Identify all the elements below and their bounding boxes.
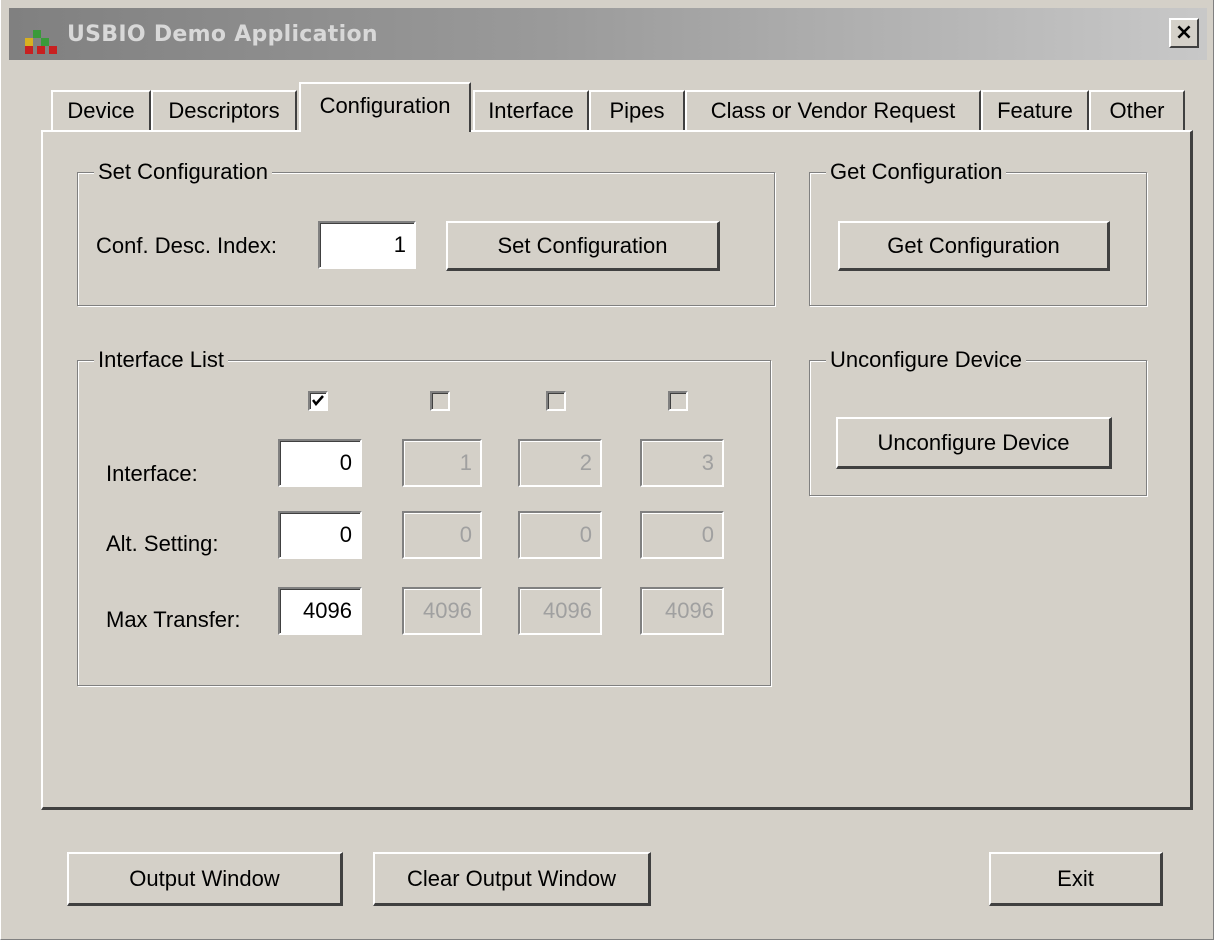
app-window: USBIO Demo Application × Device Descript… bbox=[0, 0, 1214, 940]
usbio-app-icon bbox=[25, 30, 57, 54]
field-value: 4096 bbox=[303, 598, 352, 623]
field-value: 4096 bbox=[543, 598, 592, 623]
max-transfer-field-0[interactable]: 4096 bbox=[278, 587, 362, 635]
interface-field-0[interactable]: 0 bbox=[278, 439, 362, 487]
group-label: Get Configuration bbox=[826, 159, 1007, 185]
button-label: Clear Output Window bbox=[406, 865, 617, 891]
interface-checkbox-0[interactable] bbox=[308, 391, 328, 411]
button-label: Output Window bbox=[129, 865, 280, 891]
field-value: 4096 bbox=[423, 598, 472, 623]
group-label: Set Configuration bbox=[94, 159, 272, 185]
window-title: USBIO Demo Application bbox=[67, 22, 378, 47]
interface-checkbox-1[interactable] bbox=[430, 391, 450, 411]
checkmark-icon bbox=[312, 395, 324, 406]
max-transfer-field-2[interactable]: 4096 bbox=[518, 587, 602, 635]
clear-output-window-button[interactable]: Clear Output Window bbox=[373, 852, 651, 906]
close-button[interactable]: × bbox=[1169, 18, 1199, 48]
field-value: 4096 bbox=[665, 598, 714, 623]
set-configuration-button[interactable]: Set Configuration bbox=[446, 221, 720, 271]
conf-desc-index-value: 1 bbox=[393, 232, 406, 257]
close-icon: × bbox=[1174, 20, 1194, 45]
tab-other[interactable]: Other bbox=[1089, 90, 1185, 130]
group-label: Interface List bbox=[94, 347, 228, 373]
tab-label: Configuration bbox=[319, 93, 451, 118]
tab-configuration[interactable]: Configuration bbox=[299, 82, 471, 132]
tab-label: Pipes bbox=[609, 98, 665, 123]
tab-device[interactable]: Device bbox=[51, 90, 151, 130]
tab-pipes[interactable]: Pipes bbox=[589, 90, 685, 130]
title-bar[interactable]: USBIO Demo Application × bbox=[9, 8, 1207, 60]
unconfigure-device-group: Unconfigure Device Unconfigure Device bbox=[809, 347, 1147, 496]
max-transfer-field-3[interactable]: 4096 bbox=[640, 587, 724, 635]
output-window-button[interactable]: Output Window bbox=[67, 852, 343, 906]
conf-desc-index-label: Conf. Desc. Index: bbox=[96, 233, 277, 258]
field-value: 0 bbox=[339, 450, 352, 475]
interface-field-2[interactable]: 2 bbox=[518, 439, 602, 487]
tab-label: Device bbox=[67, 98, 135, 123]
button-label: Set Configuration bbox=[497, 232, 668, 258]
tab-label: Class or Vendor Request bbox=[710, 98, 956, 123]
alt-setting-field-0[interactable]: 0 bbox=[278, 511, 362, 559]
tab-descriptors[interactable]: Descriptors bbox=[151, 90, 297, 130]
group-label: Unconfigure Device bbox=[826, 347, 1026, 373]
configuration-tab-panel: Set Configuration Conf. Desc. Index: 1 S… bbox=[41, 130, 1193, 810]
tab-class-or-vendor-request[interactable]: Class or Vendor Request bbox=[685, 90, 981, 130]
field-value: 0 bbox=[701, 522, 714, 547]
tab-feature[interactable]: Feature bbox=[981, 90, 1089, 130]
conf-desc-index-input[interactable]: 1 bbox=[318, 221, 416, 269]
button-label: Exit bbox=[1057, 865, 1094, 891]
interface-field-3[interactable]: 3 bbox=[640, 439, 724, 487]
interface-field-1[interactable]: 1 bbox=[402, 439, 482, 487]
get-configuration-button[interactable]: Get Configuration bbox=[838, 221, 1110, 271]
exit-button[interactable]: Exit bbox=[989, 852, 1163, 906]
field-value: 0 bbox=[459, 522, 472, 547]
tab-label: Interface bbox=[488, 98, 574, 123]
alt-setting-field-2[interactable]: 0 bbox=[518, 511, 602, 559]
interface-list-group: Interface List Interface: 0 1 2 3 Alt. S… bbox=[77, 347, 771, 686]
tab-label: Feature bbox=[997, 98, 1073, 123]
interface-checkbox-3[interactable] bbox=[668, 391, 688, 411]
field-value: 2 bbox=[579, 450, 592, 475]
max-transfer-row-label: Max Transfer: bbox=[106, 607, 241, 632]
field-value: 3 bbox=[701, 450, 714, 475]
interface-row-label: Interface: bbox=[106, 461, 198, 486]
field-value: 0 bbox=[579, 522, 592, 547]
button-label: Unconfigure Device bbox=[877, 429, 1070, 455]
interface-checkbox-2[interactable] bbox=[546, 391, 566, 411]
get-configuration-group: Get Configuration Get Configuration bbox=[809, 159, 1147, 306]
alt-setting-field-1[interactable]: 0 bbox=[402, 511, 482, 559]
tab-label: Descriptors bbox=[168, 98, 280, 123]
tab-interface[interactable]: Interface bbox=[473, 90, 589, 130]
button-label: Get Configuration bbox=[887, 232, 1060, 258]
tab-label: Other bbox=[1109, 98, 1165, 123]
alt-setting-row-label: Alt. Setting: bbox=[106, 531, 219, 556]
max-transfer-field-1[interactable]: 4096 bbox=[402, 587, 482, 635]
field-value: 1 bbox=[459, 450, 472, 475]
alt-setting-field-3[interactable]: 0 bbox=[640, 511, 724, 559]
set-configuration-group: Set Configuration Conf. Desc. Index: 1 S… bbox=[77, 159, 775, 306]
field-value: 0 bbox=[339, 522, 352, 547]
unconfigure-device-button[interactable]: Unconfigure Device bbox=[836, 417, 1112, 469]
